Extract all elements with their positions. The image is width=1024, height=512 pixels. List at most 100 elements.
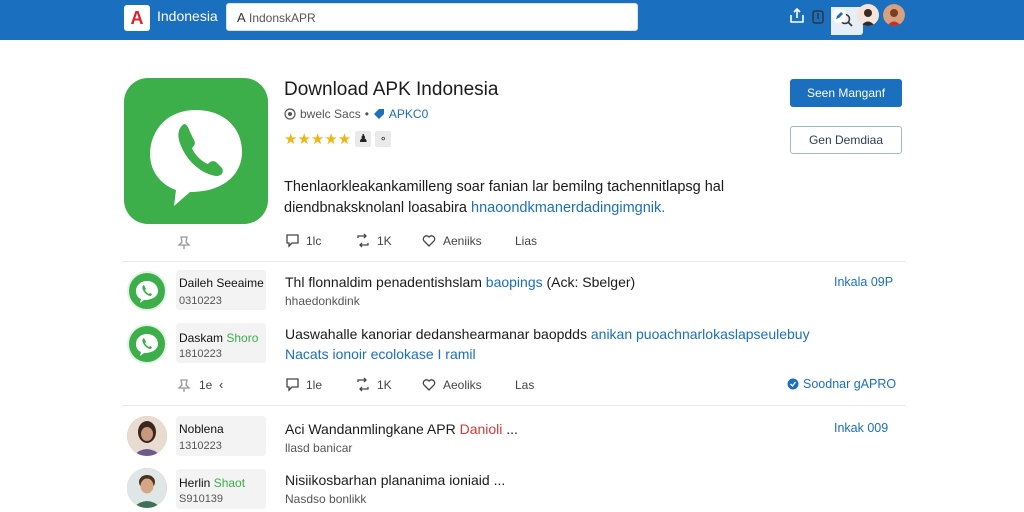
logo-mark: A — [130, 7, 144, 28]
person-avatar — [127, 468, 167, 508]
check-circle-icon — [787, 378, 799, 390]
edit-icon[interactable] — [830, 7, 848, 25]
developer-name[interactable]: bwelc Sacs — [300, 107, 361, 121]
chat-phone-icon — [150, 110, 242, 206]
avatar-image — [883, 4, 905, 26]
more-action[interactable]: Las — [515, 378, 534, 392]
comment-link[interactable]: Danioli — [460, 421, 503, 437]
repost-icon — [357, 233, 369, 248]
comment-avatar[interactable] — [127, 468, 167, 508]
user-avatar-2[interactable] — [883, 4, 905, 26]
comment-body: Nisiikosbarhan plananima ioniaid — [285, 472, 490, 488]
comment-subtext: llasd banicar — [285, 441, 353, 455]
primary-action-button[interactable]: Seen Manganf — [790, 79, 902, 107]
like-action[interactable]: Aeniiks — [421, 233, 515, 248]
repost-icon — [357, 377, 369, 392]
like-label: Aeoliks — [443, 377, 482, 392]
comment-text: Nisiikosbarhan plananima ioniaid ... — [285, 470, 505, 490]
comment-action[interactable]: 1lc — [285, 233, 355, 248]
search-input[interactable] — [249, 8, 569, 28]
search-box[interactable]: A — [226, 3, 863, 35]
comment-link[interactable]: baopings — [486, 274, 543, 290]
app-title: Download APK Indonesia — [284, 79, 499, 100]
comment-status[interactable]: Inkala 09P — [834, 275, 893, 289]
comment-date: 1310223 — [179, 440, 222, 452]
more-label: Las — [515, 377, 535, 392]
author-name: Noblena — [179, 422, 224, 436]
comment-text: Aci Wandanmlingkane APR Danioli ... — [285, 419, 518, 439]
heart-icon — [422, 235, 436, 247]
comment-date: 1810223 — [179, 348, 222, 360]
repost-action[interactable]: 1K — [355, 233, 421, 248]
comment-action[interactable]: 1le — [285, 377, 355, 392]
chat-app-icon — [136, 281, 158, 303]
comment-icon — [286, 234, 299, 248]
like-action[interactable]: Aeoliks — [421, 377, 515, 392]
comment-count: 1lc — [306, 233, 322, 248]
author-handle: Shoro — [226, 331, 259, 345]
app-tag[interactable]: APKC0 — [389, 107, 428, 121]
comment-count: 1le — [306, 377, 323, 392]
share-icon[interactable] — [788, 7, 806, 25]
comment-icon — [286, 378, 299, 392]
comment-ellipsis[interactable]: ... — [502, 421, 518, 437]
comment-author[interactable]: Herlin Shaot — [179, 476, 245, 490]
comment-author[interactable]: Daileh Seeaime — [179, 276, 264, 290]
repost-count: 1K — [377, 233, 392, 248]
comment-date: 0310223 — [179, 295, 222, 307]
author-name: Daileh — [179, 276, 214, 290]
verified-link[interactable]: Soodnar gAPRO — [787, 377, 896, 391]
more-label: Lias — [515, 233, 538, 248]
comment-link[interactable]: anikan puoachnarlokaslapseulebuy — [591, 326, 810, 342]
rating-row: ★★★★★ ♟ ∘ — [284, 130, 392, 148]
heart-icon — [422, 379, 436, 391]
description-link[interactable]: hnaoondkmanerdadingimgnik. — [471, 200, 665, 216]
comment-body-end: (Ack: Sbelger) — [542, 274, 636, 290]
comment-text: Uaswahalle kanoriar dedanshearmanar baop… — [285, 324, 865, 364]
author-handle: Seeaime — [216, 276, 264, 290]
rating-stars: ★★★★★ — [284, 131, 352, 148]
comment-subtext: hhaedonkdink — [285, 294, 360, 308]
pin-icon[interactable] — [176, 234, 192, 250]
like-label: Aeniiks — [443, 233, 482, 248]
more-dots-icon[interactable]: ∘ — [375, 131, 392, 147]
pin-icon[interactable] — [176, 377, 192, 393]
thread-actions: 1le 1K Aeoliks Las — [285, 377, 534, 392]
comment-avatar[interactable] — [127, 324, 167, 364]
comment-text: Thl flonnaldim penadentishslam baopings … — [285, 272, 635, 292]
search-prefix: A — [237, 10, 246, 25]
brand-logo[interactable]: A — [124, 5, 150, 31]
comment-date: S910139 — [179, 493, 224, 505]
tag-icon — [373, 109, 384, 119]
repost-action[interactable]: 1K — [355, 377, 421, 392]
app-meta: bwelc Sacs • APKC0 — [284, 107, 428, 121]
brand-name[interactable]: Indonesia — [157, 8, 218, 24]
comment-author[interactable]: Daskam Shoro — [179, 331, 258, 345]
avatar-image — [857, 4, 879, 26]
repost-count: 1K — [377, 377, 392, 392]
author-name: Herlin — [179, 476, 211, 490]
secondary-action-button[interactable]: Gen Demdiaa — [790, 126, 902, 154]
author-handle: Shaot — [213, 476, 246, 490]
top-navigation-bar: A Indonesia A — [0, 0, 1024, 40]
badge-icon: ♟ — [355, 131, 372, 147]
comment-subtext: Nasdso bonlikk — [285, 492, 367, 506]
app-icon — [124, 78, 268, 224]
user-avatar-1[interactable] — [857, 4, 879, 26]
comment-status[interactable]: Inkak 009 — [834, 421, 888, 435]
developer-icon — [284, 108, 296, 120]
comment-avatar[interactable] — [127, 416, 167, 456]
comment-body: Aci Wandanmlingkane APR — [285, 421, 460, 437]
author-name: Daskam — [179, 331, 224, 345]
comment-avatar[interactable] — [127, 271, 167, 311]
chevron-left-icon[interactable]: ‹ — [219, 377, 223, 392]
comment-ellipsis[interactable]: ... — [490, 472, 506, 488]
comment-link-line2[interactable]: Nacats ionoir ecolokase I ramil — [285, 346, 476, 362]
divider — [122, 405, 906, 406]
comment-body: Uaswahalle kanoriar dedanshearmanar baop… — [285, 326, 591, 342]
comment-author[interactable]: Noblena — [179, 422, 224, 436]
app-description: Thenlaorkleakankamilleng soar fanian lar… — [284, 177, 844, 219]
more-action[interactable]: Lias — [515, 234, 537, 248]
clipboard-icon[interactable] — [810, 9, 826, 25]
comment-body: Thl flonnaldim penadentishslam — [285, 274, 486, 290]
